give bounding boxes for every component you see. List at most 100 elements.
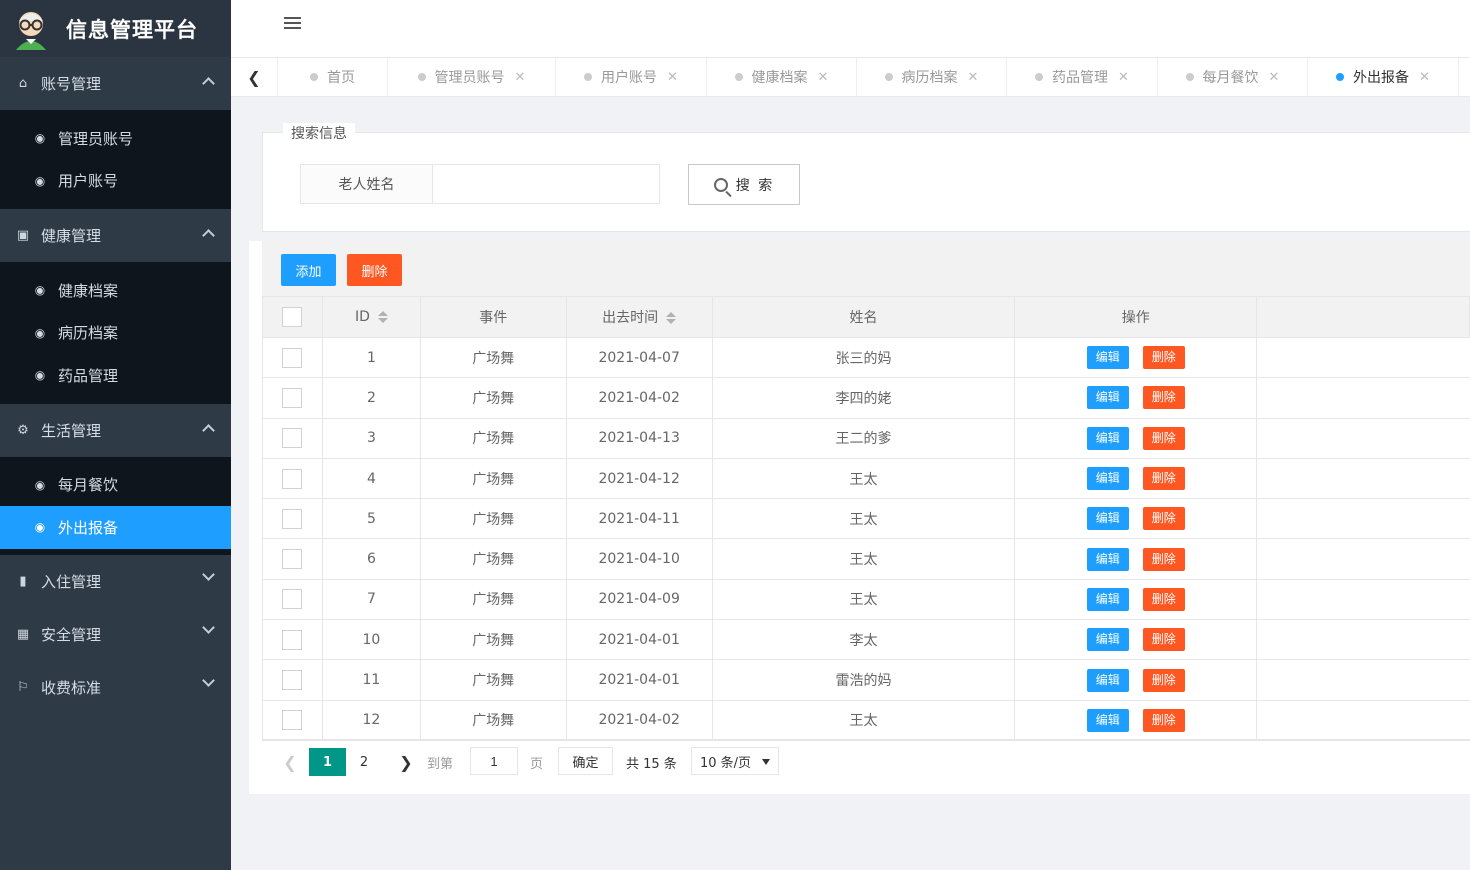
- cell-time: 2021-04-01: [565, 659, 713, 701]
- sidebar-group-checkin[interactable]: ▮ 入住管理: [0, 555, 231, 608]
- sidebar-item-health-records[interactable]: ◉ 健康档案: [0, 269, 231, 312]
- tab-scroll-left-button[interactable]: ❮: [231, 58, 278, 96]
- close-icon[interactable]: ✕: [1118, 70, 1129, 85]
- edit-button[interactable]: 编辑: [1086, 547, 1129, 571]
- row-checkbox[interactable]: [282, 428, 303, 449]
- row-checkbox[interactable]: [282, 387, 303, 408]
- cell-filler: [1256, 538, 1470, 580]
- prev-page-button[interactable]: ❮: [280, 748, 300, 776]
- delete-button[interactable]: 删除: [1142, 668, 1185, 692]
- row-checkbox[interactable]: [282, 589, 303, 610]
- sidebar-item-outing-report[interactable]: ◉ 外出报备: [0, 506, 231, 549]
- goto-label: 到第: [427, 756, 454, 772]
- column-header-label: ID: [354, 309, 370, 325]
- sidebar-item-medical-records[interactable]: ◉ 病历档案: [0, 312, 231, 355]
- tab-dot-icon: [1336, 73, 1345, 81]
- sidebar-group-fees[interactable]: ⚐ 收费标准: [0, 661, 231, 714]
- tab-label: 管理员账号: [434, 70, 505, 86]
- tab-health-records[interactable]: 健康档案 ✕: [707, 58, 857, 96]
- tab-admin-accounts[interactable]: 管理员账号 ✕: [388, 58, 556, 96]
- delete-button[interactable]: 删除: [1142, 426, 1185, 450]
- edit-button[interactable]: 编辑: [1086, 507, 1129, 531]
- tab-medicine[interactable]: 药品管理 ✕: [1007, 58, 1158, 96]
- cell-name: 王太: [711, 457, 1016, 500]
- column-header-time[interactable]: 出去时间: [565, 296, 713, 338]
- delete-button[interactable]: 删除: [1142, 708, 1185, 732]
- chevron-up-icon: [202, 423, 215, 437]
- delete-button[interactable]: 删除: [1142, 628, 1185, 652]
- tab-meals[interactable]: 每月餐饮 ✕: [1158, 58, 1308, 96]
- tab-label: 健康档案: [751, 70, 808, 86]
- row-checkbox[interactable]: [282, 670, 303, 691]
- logo-bar: 信息管理平台: [0, 0, 231, 57]
- sidebar-item-label: 病历档案: [58, 324, 119, 343]
- edit-button[interactable]: 编辑: [1086, 708, 1129, 732]
- goto-page-input[interactable]: [470, 747, 518, 775]
- menu-toggle-icon[interactable]: [284, 17, 301, 31]
- add-button[interactable]: 添加: [281, 254, 336, 286]
- cell-actions: 编辑 删除: [1014, 659, 1258, 701]
- tab-label: 外出报备: [1353, 70, 1410, 86]
- tab-home[interactable]: 首页: [278, 58, 388, 96]
- table-row: 5 广场舞 2021-04-11 王太 编辑 删除: [262, 498, 1470, 540]
- dashboard-icon: ◉: [34, 131, 46, 146]
- goto-confirm-button[interactable]: 确定: [558, 747, 613, 775]
- sidebar-item-user-accounts[interactable]: ◉ 用户账号: [0, 160, 231, 203]
- row-checkbox[interactable]: [282, 710, 303, 731]
- row-select-cell: [262, 417, 323, 459]
- page-button-current[interactable]: 1: [309, 748, 346, 776]
- delete-button[interactable]: 删除: [1142, 507, 1185, 531]
- cell-filler: [1256, 700, 1470, 741]
- delete-button[interactable]: 删除: [1142, 587, 1185, 611]
- edit-button[interactable]: 编辑: [1086, 587, 1129, 611]
- close-icon[interactable]: ✕: [667, 70, 678, 85]
- delete-button[interactable]: 删除: [1142, 386, 1185, 410]
- row-checkbox[interactable]: [282, 508, 303, 529]
- cell-id: 7: [321, 578, 421, 621]
- sidebar-item-meals[interactable]: ◉ 每月餐饮: [0, 464, 231, 507]
- row-checkbox[interactable]: [282, 347, 303, 368]
- select-all-checkbox[interactable]: [282, 307, 303, 327]
- edit-button[interactable]: 编辑: [1086, 668, 1129, 692]
- tab-label: 每月餐饮: [1202, 70, 1259, 86]
- sidebar-item-medicine[interactable]: ◉ 药品管理: [0, 354, 231, 397]
- delete-button[interactable]: 删除: [1142, 547, 1185, 571]
- close-icon[interactable]: ✕: [515, 70, 526, 85]
- page-size-select[interactable]: 10 条/页: [691, 747, 779, 775]
- sidebar-group-security[interactable]: ▦ 安全管理: [0, 608, 231, 661]
- close-icon[interactable]: ✕: [818, 70, 829, 85]
- cell-event: 广场舞: [419, 498, 567, 540]
- edit-button[interactable]: 编辑: [1086, 628, 1129, 652]
- column-header-id[interactable]: ID: [321, 296, 421, 338]
- edit-button[interactable]: 编辑: [1086, 467, 1129, 491]
- sidebar-group-health[interactable]: ▣ 健康管理: [0, 209, 231, 262]
- close-icon[interactable]: ✕: [968, 70, 979, 85]
- sidebar-group-account[interactable]: ⌂ 账号管理: [0, 57, 231, 110]
- close-icon[interactable]: ✕: [1419, 70, 1430, 85]
- cell-actions: 编辑 删除: [1014, 699, 1258, 741]
- page-button-2[interactable]: 2: [354, 748, 374, 776]
- sidebar-item-admin-accounts[interactable]: ◉ 管理员账号: [0, 117, 231, 160]
- cell-filler: [1256, 337, 1470, 379]
- edit-button[interactable]: 编辑: [1086, 346, 1129, 370]
- sort-icon[interactable]: [377, 311, 388, 323]
- edit-button[interactable]: 编辑: [1086, 386, 1129, 410]
- tab-label: 药品管理: [1052, 70, 1109, 86]
- tab-outing-report[interactable]: 外出报备 ✕: [1308, 58, 1459, 96]
- next-page-button[interactable]: ❯: [396, 748, 416, 776]
- search-button[interactable]: 搜 索: [688, 164, 800, 205]
- sidebar-group-life[interactable]: ⚙ 生活管理: [0, 404, 231, 457]
- row-checkbox[interactable]: [282, 629, 303, 650]
- row-checkbox[interactable]: [282, 468, 303, 489]
- batch-delete-button[interactable]: 删除: [347, 254, 402, 286]
- elder-name-input[interactable]: [433, 165, 659, 203]
- delete-button[interactable]: 删除: [1142, 467, 1185, 491]
- edit-button[interactable]: 编辑: [1086, 426, 1129, 450]
- tab-user-accounts[interactable]: 用户账号 ✕: [556, 58, 707, 96]
- tab-medical-records[interactable]: 病历档案 ✕: [857, 58, 1007, 96]
- close-icon[interactable]: ✕: [1269, 70, 1280, 85]
- window-icon: ▣: [16, 228, 30, 243]
- row-checkbox[interactable]: [282, 549, 303, 570]
- sort-icon[interactable]: [666, 312, 677, 324]
- delete-button[interactable]: 删除: [1142, 346, 1185, 370]
